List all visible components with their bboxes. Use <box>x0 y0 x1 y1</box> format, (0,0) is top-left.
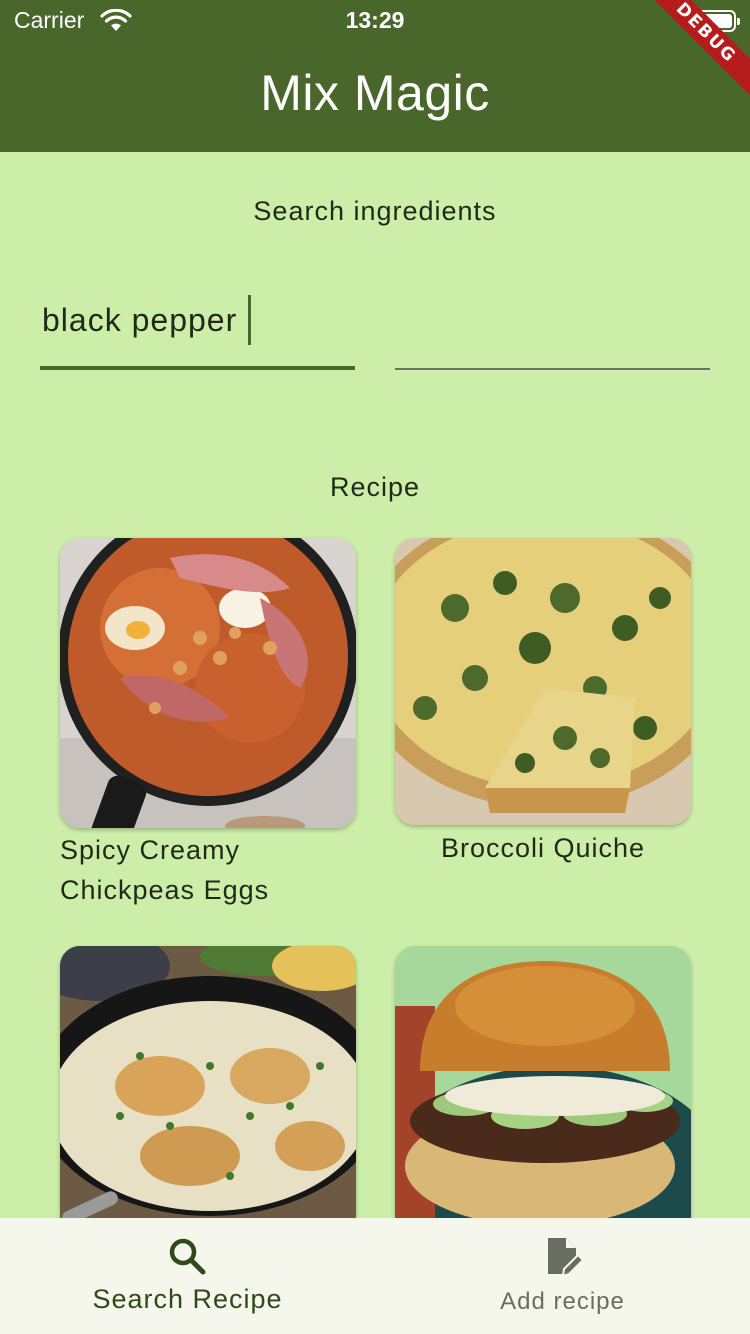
search-icon <box>167 1236 209 1278</box>
nav-label-add-recipe: Add recipe <box>500 1288 625 1315</box>
edit-document-icon <box>542 1236 585 1278</box>
nav-label-search-recipe: Search Recipe <box>92 1284 283 1314</box>
ingredient-field-1[interactable] <box>40 290 355 370</box>
app-bar: Carrier 13:29 Mix Magic DEBUG <box>0 0 750 152</box>
ingredient-field-2[interactable] <box>395 290 710 370</box>
recipe-heading: Recipe <box>329 472 421 502</box>
status-bar: Carrier 13:29 <box>0 0 750 40</box>
recipe-image-chicken-skillet[interactable] <box>60 946 356 1236</box>
search-ingredients-label: Search ingredients <box>253 196 497 226</box>
recipe-card-broccoli-quiche[interactable]: Broccoli Quiche <box>395 538 691 868</box>
nav-item-add-recipe[interactable]: Add recipe <box>375 1218 750 1334</box>
ingredient-input-1[interactable] <box>40 290 355 350</box>
recipe-title-line: Broccoli Quiche <box>440 833 646 863</box>
recipe-image-broccoli-quiche[interactable] <box>395 538 691 825</box>
nav-item-search-recipe[interactable]: Search Recipe <box>0 1218 375 1334</box>
text-cursor <box>248 295 251 345</box>
status-time: 13:29 <box>345 7 405 33</box>
recipe-image-spicy-creamy-chickpeas-eggs[interactable] <box>60 538 356 828</box>
recipe-image-burger[interactable] <box>395 946 691 1236</box>
ingredient-input-2[interactable] <box>395 290 710 350</box>
recipe-card-spicy-creamy-chickpeas-eggs[interactable]: Spicy Creamy Chickpeas Eggs <box>60 538 356 908</box>
bottom-navigation-bar: Search Recipe Add recipe <box>0 1218 750 1334</box>
recipe-card-chicken-skillet[interactable] <box>60 946 356 1236</box>
recipe-card-burger[interactable] <box>395 946 691 1236</box>
app-title: Mix Magic <box>260 65 490 121</box>
recipe-title-line: Spicy Creamy <box>60 835 241 865</box>
recipe-title-line: Chickpeas Eggs <box>60 875 270 905</box>
